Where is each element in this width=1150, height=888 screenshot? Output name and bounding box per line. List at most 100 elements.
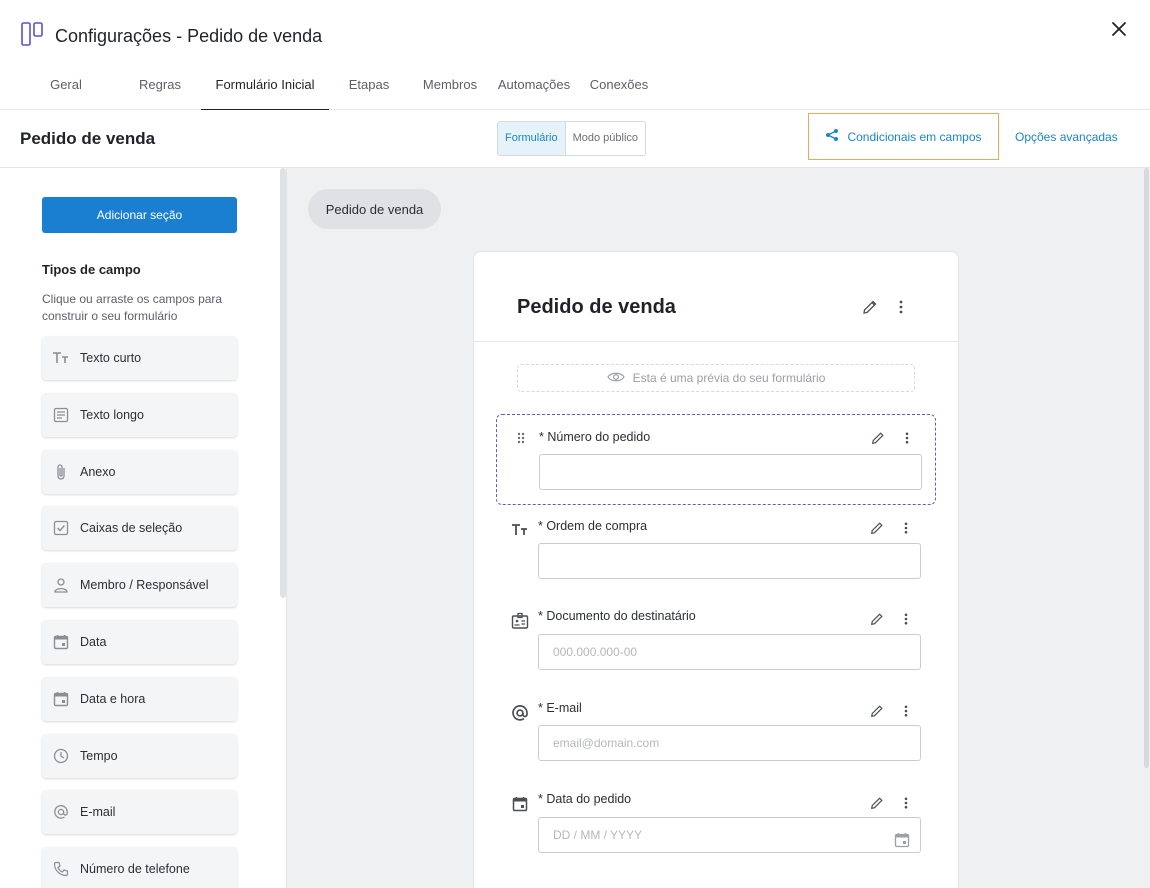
clock-icon [52, 747, 70, 765]
edit-pencil-icon[interactable] [867, 701, 887, 721]
tab-etapas[interactable]: Etapas [343, 70, 395, 110]
question-ordem-compra[interactable]: * Ordem de compra [496, 506, 936, 586]
question-label: * Ordem de compra [538, 519, 648, 533]
mode-form-button[interactable]: Formulário [498, 122, 566, 155]
field-type-short-text[interactable]: Texto curto [42, 336, 237, 380]
field-types-panel: Adicionar seção Tipos de campo Clique ou… [0, 168, 287, 888]
advanced-options-link[interactable]: Opções avançadas [1015, 130, 1118, 144]
form-card: Pedido de venda Esta é uma prévia do seu… [473, 251, 959, 888]
question-label: * Data do pedido [538, 792, 632, 806]
question-email[interactable]: * E-mail email@domain.com [496, 689, 936, 769]
tab-conexoes[interactable]: Conexões [588, 70, 650, 110]
add-section-button[interactable]: Adicionar seção [42, 197, 237, 233]
more-vertical-icon[interactable] [897, 428, 917, 448]
field-type-label: Membro / Responsável [80, 578, 209, 593]
mode-public-button[interactable]: Modo público [565, 122, 646, 155]
field-type-label: Texto longo [80, 407, 144, 422]
edit-pencil-icon[interactable] [868, 428, 888, 448]
preview-note-text: Esta é uma prévia do seu formulário [632, 371, 826, 385]
field-type-list: Texto curto Texto longo Anexo Caixas de … [42, 336, 237, 888]
field-type-attachment[interactable]: Anexo [42, 449, 237, 494]
phone-icon [52, 860, 70, 878]
id-card-icon [510, 611, 530, 631]
field-type-checkboxes[interactable]: Caixas de seleção [42, 506, 237, 551]
field-type-member[interactable]: Membro / Responsável [42, 563, 237, 608]
field-type-label: Data e hora [80, 691, 146, 706]
text-short-icon [52, 349, 70, 367]
mode-toggle: Formulário Modo público [497, 121, 647, 156]
field-type-long-text[interactable]: Texto longo [42, 392, 237, 437]
question-label: * E-mail [538, 701, 582, 715]
edit-pencil-icon[interactable] [860, 297, 880, 317]
calendar-icon [52, 633, 70, 651]
question-label: * Número do pedido [539, 430, 651, 444]
more-vertical-icon[interactable] [896, 793, 916, 813]
conditionals-label: Condicionais em campos [847, 129, 982, 144]
paperclip-icon [52, 463, 70, 481]
text-short-icon [510, 520, 530, 540]
edit-pencil-icon[interactable] [867, 793, 887, 813]
question-data-pedido[interactable]: * Data do pedido DD / MM / YYYY [496, 780, 936, 860]
tab-geral[interactable]: Geral [32, 70, 100, 110]
drag-handle-icon[interactable] [511, 428, 531, 448]
date-placeholder: DD / MM / YYYY [553, 828, 643, 842]
question-input[interactable]: 000.000.000-00 [538, 634, 921, 670]
canvas-scrollbar[interactable] [1144, 168, 1149, 768]
question-input[interactable] [539, 454, 922, 490]
conditionals-button[interactable]: Condicionais em campos [808, 113, 999, 160]
sidebar-scrollbar[interactable] [280, 168, 286, 598]
at-icon [510, 703, 530, 723]
field-type-label: Número de telefone [80, 862, 190, 877]
tab-membros[interactable]: Membros [420, 70, 480, 110]
date-input[interactable]: DD / MM / YYYY [538, 817, 921, 853]
at-icon [52, 803, 70, 821]
form-card-header: Pedido de venda [474, 252, 958, 342]
edit-pencil-icon[interactable] [867, 518, 887, 538]
field-type-label: Texto curto [80, 351, 142, 365]
question-input[interactable]: email@domain.com [538, 725, 921, 761]
field-type-label: Caixas de seleção [80, 521, 183, 536]
form-toolbar: Pedido de venda Formulário Modo público … [0, 110, 1150, 168]
field-type-label: E-mail [80, 805, 116, 820]
settings-modal: Configurações - Pedido de venda Geral Re… [0, 0, 1150, 888]
field-types-title: Tipos de campo [42, 262, 141, 277]
form-canvas: Pedido de venda Pedido de venda Esta é u… [287, 168, 1150, 888]
tab-formulario-inicial[interactable]: Formulário Inicial [201, 70, 329, 111]
question-label: * Documento do destinatário [538, 609, 696, 623]
modal-title: Configurações - Pedido de venda [55, 26, 323, 46]
more-vertical-icon[interactable] [896, 518, 916, 538]
field-types-help: Clique ou arraste os campos para constru… [42, 292, 223, 323]
field-type-date[interactable]: Data [42, 619, 237, 664]
person-icon [52, 576, 70, 594]
section-chip[interactable]: Pedido de venda [308, 189, 441, 229]
text-long-icon [52, 406, 70, 424]
question-documento-destinatario[interactable]: * Documento do destinatário 000.000.000-… [496, 597, 936, 677]
edit-pencil-icon[interactable] [867, 609, 887, 629]
modal-header: Configurações - Pedido de venda Geral Re… [0, 0, 1150, 111]
tab-regras[interactable]: Regras [133, 70, 187, 110]
more-vertical-icon[interactable] [896, 701, 916, 721]
calendar-time-icon [52, 690, 70, 708]
tab-automacoes[interactable]: Automações [496, 70, 572, 110]
field-type-time[interactable]: Tempo [42, 733, 237, 778]
question-input[interactable] [538, 543, 921, 579]
calendar-icon [510, 794, 530, 814]
field-type-phone[interactable]: Número de telefone [42, 847, 237, 888]
branch-icon [825, 128, 839, 145]
field-type-email[interactable]: E-mail [42, 790, 237, 835]
more-vertical-icon[interactable] [896, 609, 916, 629]
title-row: Configurações - Pedido de venda [21, 22, 322, 51]
kanban-icon [21, 22, 44, 51]
more-vertical-icon[interactable] [891, 297, 911, 317]
close-icon[interactable] [1108, 18, 1130, 40]
field-type-label: Tempo [80, 748, 118, 763]
form-title: Pedido de venda [20, 129, 156, 148]
field-type-label: Anexo [80, 464, 116, 479]
preview-note: Esta é uma prévia do seu formulário [517, 364, 915, 392]
question-numero-pedido[interactable]: * Número do pedido [496, 414, 936, 505]
checkbox-icon [52, 519, 70, 537]
field-type-datetime[interactable]: Data e hora [42, 676, 237, 721]
eye-icon [606, 371, 625, 386]
form-card-title: Pedido de venda [517, 296, 676, 318]
calendar-icon[interactable] [894, 827, 910, 848]
